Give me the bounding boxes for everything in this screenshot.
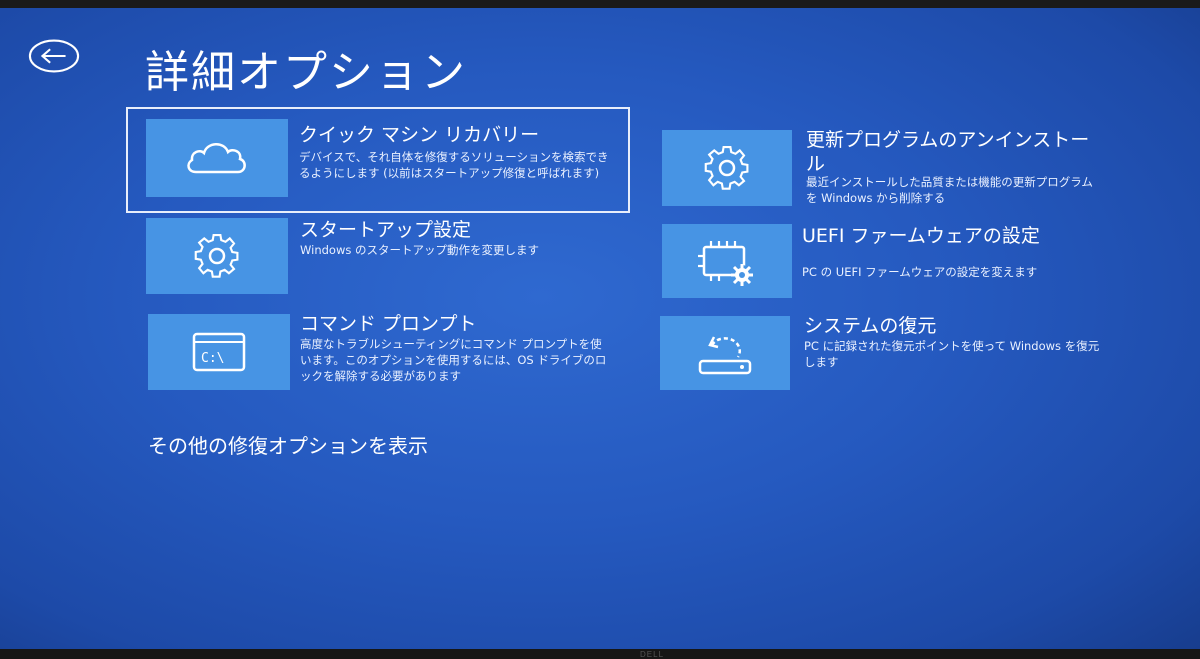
page-title: 詳細オプション bbox=[145, 47, 467, 98]
option-startup-settings[interactable]: スタートアップ設定 Windows のスタートアップ動作を変更します bbox=[146, 216, 616, 296]
cloud-icon bbox=[187, 143, 246, 174]
option-uefi-firmware-settings[interactable]: UEFI ファームウェアの設定 PC の UEFI ファームウェアの設定を変えま… bbox=[662, 222, 1122, 302]
option-command-prompt[interactable]: C:\ コマンド プロンプト 高度なトラブルシューティングにコマンド プロンプト… bbox=[148, 312, 618, 392]
option-description: PC の UEFI ファームウェアの設定を変えます bbox=[802, 265, 1038, 279]
option-description: デバイスで、それ自体を修復するソリューションを検索できるようにします (以前はス… bbox=[299, 150, 609, 180]
option-description: 最近インストールした品質または機能の更新プログラムを Windows から削除す… bbox=[806, 175, 1093, 205]
option-uninstall-updates[interactable]: 更新プログラムのアンインストール 最近インストールした品質または機能の更新プログ… bbox=[662, 128, 1122, 210]
restore-icon bbox=[698, 336, 752, 375]
back-button[interactable] bbox=[28, 38, 80, 74]
option-title: コマンド プロンプト bbox=[300, 313, 477, 335]
command-prompt-icon: C:\ bbox=[192, 332, 246, 372]
option-description: Windows のスタートアップ動作を変更します bbox=[300, 243, 539, 257]
option-tile bbox=[146, 218, 288, 294]
option-title: クイック マシン リカバリー bbox=[299, 124, 540, 146]
option-description: 高度なトラブルシューティングにコマンド プロンプトを使います。このオプションを使… bbox=[300, 337, 607, 383]
monitor-bezel-bottom bbox=[0, 649, 1200, 659]
gear-icon bbox=[704, 145, 749, 190]
monitor-bezel-top bbox=[0, 0, 1200, 8]
option-title: UEFI ファームウェアの設定 bbox=[802, 225, 1040, 247]
back-arrow-icon bbox=[28, 39, 80, 73]
option-tile bbox=[662, 130, 792, 206]
option-tile: C:\ bbox=[148, 314, 290, 390]
option-tile bbox=[660, 316, 790, 390]
option-system-restore[interactable]: システムの復元 PC に記録された復元ポイントを使って Windows を復元し… bbox=[660, 314, 1120, 394]
svg-text:C:\: C:\ bbox=[201, 351, 224, 366]
option-title: 更新プログラムのアンインストール bbox=[806, 129, 1090, 175]
chip-gear-icon bbox=[698, 241, 753, 286]
option-tile bbox=[662, 224, 792, 298]
option-description: PC に記録された復元ポイントを使って Windows を復元します bbox=[804, 339, 1100, 369]
recovery-screen: 詳細オプション クイック マシン リカバリー デバイスで、それ自体を修復するソリ… bbox=[0, 0, 1200, 659]
gear-icon bbox=[194, 233, 239, 278]
option-title: システムの復元 bbox=[804, 315, 937, 337]
option-title: スタートアップ設定 bbox=[300, 219, 472, 241]
more-recovery-options-link[interactable]: その他の修復オプションを表示 bbox=[148, 430, 428, 459]
monitor-logo: DELL bbox=[640, 650, 665, 659]
option-tile bbox=[146, 119, 288, 197]
option-quick-machine-recovery[interactable]: クイック マシン リカバリー デバイスで、それ自体を修復するソリューションを検索… bbox=[126, 107, 630, 213]
